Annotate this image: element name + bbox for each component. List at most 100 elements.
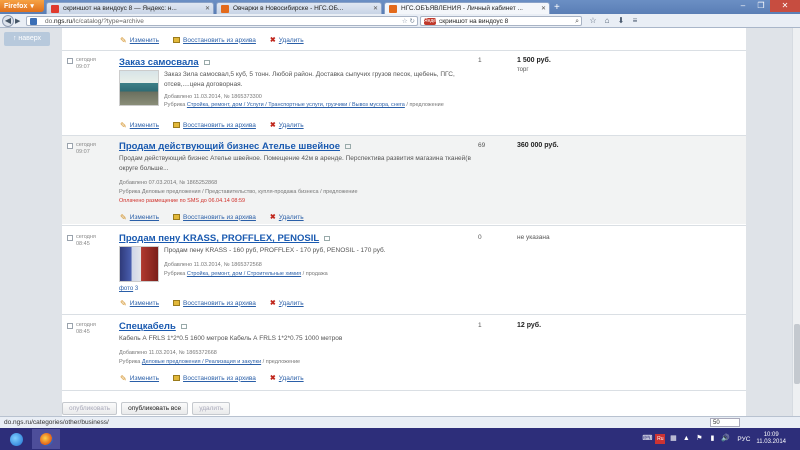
- tray-arrow-icon[interactable]: ▲: [681, 434, 691, 444]
- tab-yandex-search[interactable]: скриншот на виндоус 8 — Яндекс: н... ✕: [46, 2, 214, 14]
- keyboard-icon[interactable]: ⌨: [642, 434, 652, 444]
- publish-all-button[interactable]: опубликовать все: [121, 402, 189, 415]
- minimize-button[interactable]: –: [734, 0, 752, 12]
- delete-button[interactable]: удалить: [192, 402, 231, 415]
- system-tray: ⌨ Ru ▦ ▲ ⚑ ▮ 🔊 РУС 10:09 11.03.2014: [642, 428, 800, 450]
- tab-label: НГС.ОБЪЯВЛЕНИЯ - Личный кабинет ...: [401, 5, 523, 12]
- yandex-search-engine-icon[interactable]: Яндекс: [424, 18, 441, 25]
- search-query: скриншот на виндоус 8: [439, 18, 509, 25]
- open-new-window-icon[interactable]: [203, 59, 210, 65]
- tab-dogs[interactable]: Овчарки в Новосибирске - НГС.ОБ... ✕: [216, 2, 382, 14]
- scrollbar-thumb[interactable]: [794, 324, 800, 384]
- back-to-top-button[interactable]: ↑ наверх: [4, 32, 50, 46]
- pencil-icon: ✎: [120, 120, 127, 130]
- maximize-button[interactable]: ❐: [752, 0, 770, 12]
- listing-price: 12 руб.: [517, 322, 542, 329]
- rubric-link[interactable]: Стройка, ремонт, дом / Строительные хими…: [187, 271, 301, 277]
- listing-title[interactable]: Продам пену KRASS, PROFFLEX, PENOSIL: [119, 233, 331, 244]
- paid-notice: Оплачено размещение по SMS до 06.04.14 0…: [119, 198, 246, 204]
- yandex-icon: [51, 5, 59, 13]
- pencil-icon: ✎: [120, 212, 127, 222]
- rubric-link[interactable]: Стройка, ремонт, дом / Услуги / Транспор…: [187, 102, 405, 108]
- listing-views: 69: [478, 142, 486, 149]
- restore-link[interactable]: Восстановить из архива: [173, 36, 256, 44]
- listing-checkbox[interactable]: [67, 235, 73, 241]
- close-tab-icon[interactable]: ✕: [205, 5, 210, 12]
- back-button[interactable]: ◀: [2, 15, 14, 27]
- clock[interactable]: 10:09 11.03.2014: [756, 432, 786, 446]
- edit-link[interactable]: ✎ Изменить: [120, 213, 159, 221]
- restore-link[interactable]: Восстановить из архива: [173, 299, 256, 307]
- delete-link[interactable]: ✖ Удалить: [270, 213, 304, 222]
- bookmark-star-icon[interactable]: ☆ ↻: [402, 17, 415, 26]
- url-domain: ngs.ru: [54, 18, 73, 25]
- ie-taskbar-button[interactable]: [2, 429, 30, 449]
- listing-added: Добавлено 11.03.2014, № 1865373300: [164, 94, 262, 100]
- bookmarks-icon[interactable]: ☆: [588, 16, 598, 26]
- listing-title[interactable]: Заказ самосвала: [119, 57, 210, 68]
- listing-price: 1 500 руб.: [517, 57, 551, 64]
- restore-link[interactable]: Восстановить из архива: [173, 121, 256, 129]
- rubric-link[interactable]: Деловые предложения / Реализация и закуп…: [142, 359, 261, 365]
- zoom-field[interactable]: 50: [710, 418, 740, 427]
- archive-icon: [173, 300, 181, 306]
- photo-count[interactable]: фото 3: [119, 286, 138, 292]
- new-tab-button[interactable]: +: [554, 3, 564, 13]
- pencil-icon: ✎: [120, 373, 127, 383]
- ru-flag-icon[interactable]: Ru: [655, 434, 666, 444]
- restore-link[interactable]: Восстановить из архива: [173, 374, 256, 382]
- archive-icon: [173, 214, 181, 220]
- delete-icon: ✖: [269, 122, 276, 129]
- rubric-link[interactable]: Деловые предложения / Представительство,…: [142, 189, 319, 195]
- flag-icon[interactable]: ⚑: [694, 434, 704, 444]
- delete-link[interactable]: ✖ Удалить: [270, 299, 304, 308]
- search-bar[interactable]: Яндекс скриншот на виндоус 8 ⌕: [420, 16, 582, 26]
- tab-ngs-cabinet[interactable]: НГС.ОБЪЯВЛЕНИЯ - Личный кабинет ... ✕: [384, 2, 550, 14]
- edit-link[interactable]: ✎ Изменить: [120, 374, 159, 382]
- delete-link[interactable]: ✖ Удалить: [270, 36, 304, 45]
- ngs-icon: [221, 5, 229, 13]
- listing-date: сегодня 08:45: [76, 322, 96, 335]
- publish-button[interactable]: опубликовать: [62, 402, 118, 415]
- vertical-scrollbar[interactable]: [792, 28, 800, 416]
- listing-checkbox[interactable]: [67, 323, 73, 329]
- bulk-actions: опубликовать опубликовать все удалить: [62, 402, 231, 415]
- edit-link[interactable]: ✎ Изменить: [120, 121, 159, 129]
- tab-label: скриншот на виндоус 8 — Яндекс: н...: [63, 5, 177, 12]
- download-icon[interactable]: ⬇: [616, 16, 626, 26]
- close-window-button[interactable]: ✕: [770, 0, 800, 12]
- listing-price: не указана: [517, 234, 550, 241]
- listing-added: Добавлено 11.03.2014, № 1865372568: [164, 262, 262, 268]
- listing-checkbox[interactable]: [67, 58, 73, 64]
- listing-photo[interactable]: [119, 70, 159, 106]
- close-tab-icon[interactable]: ✕: [373, 5, 378, 12]
- browser-tab-bar: Firefox скриншот на виндоус 8 — Яндекс: …: [0, 0, 800, 14]
- listing-rubric: Рубрика Деловые предложения / Реализация…: [119, 359, 301, 365]
- network-icon[interactable]: ▦: [668, 434, 678, 444]
- menu-icon[interactable]: ≡: [630, 16, 640, 26]
- delete-link[interactable]: ✖ Удалить: [269, 121, 304, 130]
- firefox-taskbar-button[interactable]: [32, 429, 60, 449]
- volume-icon[interactable]: 🔊: [720, 434, 730, 444]
- pencil-icon: ✎: [120, 35, 127, 45]
- close-tab-icon[interactable]: ✕: [541, 5, 546, 12]
- language-indicator[interactable]: РУС: [737, 436, 750, 443]
- edit-link[interactable]: ✎ Изменить: [120, 299, 159, 307]
- signal-icon[interactable]: ▮: [707, 434, 717, 444]
- home-icon[interactable]: ⌂: [602, 16, 612, 26]
- search-icon[interactable]: ⌕: [575, 17, 579, 26]
- restore-link[interactable]: Восстановить из архива: [173, 213, 256, 221]
- forward-button[interactable]: ▶: [15, 17, 23, 25]
- open-new-window-icon[interactable]: [345, 143, 352, 149]
- listing-photo[interactable]: [119, 246, 159, 282]
- item-actions: ✎ Изменить Восстановить из архива ✖ Удалит…: [120, 299, 304, 307]
- url-bar[interactable]: do.ngs.ru/lc/catalog/?type=archive ☆ ↻: [26, 16, 418, 26]
- listing-checkbox[interactable]: [67, 143, 73, 149]
- listing-title[interactable]: Продам действующий бизнес Ателье швейное: [119, 141, 352, 152]
- open-new-window-icon[interactable]: [324, 235, 331, 241]
- open-new-window-icon[interactable]: [180, 323, 187, 329]
- delete-link[interactable]: ✖ Удалить: [270, 374, 304, 383]
- firefox-menu-button[interactable]: Firefox: [0, 0, 44, 12]
- edit-link[interactable]: ✎ Изменить: [120, 36, 159, 44]
- listing-title[interactable]: Спецкабель: [119, 321, 187, 332]
